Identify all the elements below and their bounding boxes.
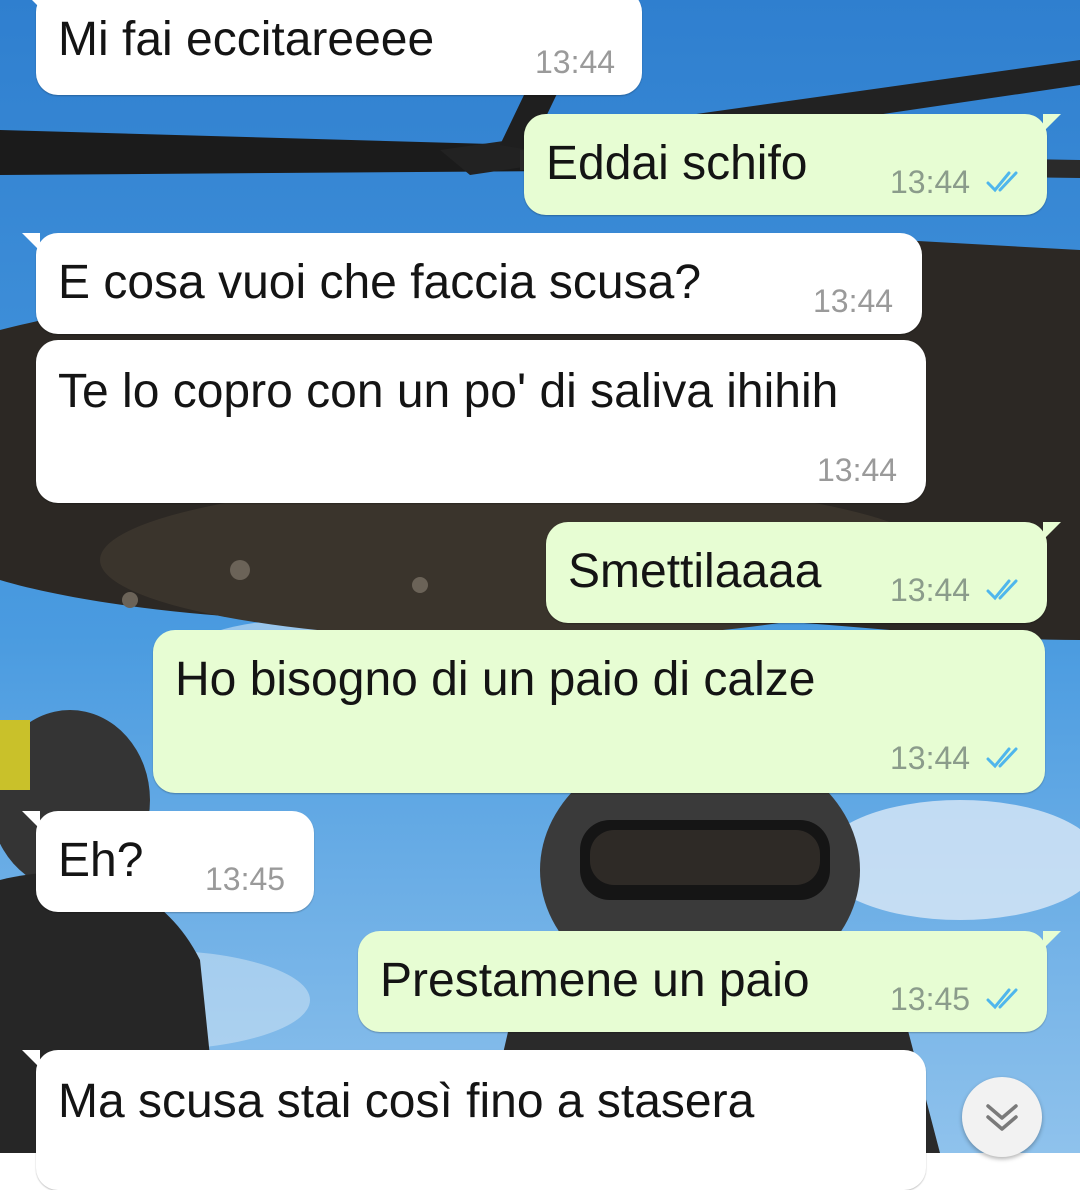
message-text: Ma scusa stai così fino a stasera	[58, 1075, 755, 1128]
message-bubble-incoming[interactable]: Eh? 13:45	[22, 811, 314, 912]
message-bubble-outgoing[interactable]: Eddai schifo 13:44	[524, 114, 1061, 215]
double-check-icon	[986, 171, 1018, 193]
message-text: Smettilaaaa	[568, 545, 822, 598]
chevron-double-down-icon	[986, 1104, 1018, 1131]
message-bubble-incoming[interactable]: E cosa vuoi che faccia scusa? 13:44	[22, 233, 922, 334]
message-bubble-outgoing[interactable]: Smettilaaaa 13:44	[546, 522, 1061, 623]
message-bubble-outgoing[interactable]: Ho bisogno di un paio di calze 13:44	[153, 630, 1045, 793]
message-time: 13:44	[817, 452, 898, 488]
scroll-to-bottom-button[interactable]	[962, 1077, 1042, 1157]
message-time: 13:45	[890, 981, 971, 1017]
message-bubble-outgoing[interactable]: Prestamene un paio 13:45	[358, 931, 1061, 1032]
message-text: Mi fai eccitareeee	[58, 13, 435, 66]
message-bubble-incoming[interactable]: Mi fai eccitareeee 13:44	[22, 0, 642, 95]
message-time: 13:45	[205, 861, 286, 897]
message-bubble-incoming[interactable]: Te lo copro con un po' di saliva ihihih …	[36, 340, 926, 503]
message-bubble-incoming[interactable]: Ma scusa stai così fino a stasera	[22, 1050, 926, 1190]
double-check-icon	[986, 579, 1018, 601]
double-check-icon	[986, 988, 1018, 1010]
message-text: Eh?	[58, 834, 144, 887]
message-text: Eddai schifo	[546, 137, 808, 190]
message-time: 13:44	[890, 164, 971, 200]
message-text: Ho bisogno di un paio di calze	[175, 653, 816, 706]
message-time: 13:44	[890, 572, 971, 608]
message-text: Te lo copro con un po' di saliva ihihih	[58, 365, 839, 418]
message-time: 13:44	[890, 740, 971, 776]
message-text: E cosa vuoi che faccia scusa?	[58, 256, 702, 309]
message-time: 13:44	[535, 44, 616, 80]
message-text: Prestamene un paio	[380, 954, 810, 1007]
message-time: 13:44	[813, 283, 894, 319]
double-check-icon	[986, 747, 1018, 769]
